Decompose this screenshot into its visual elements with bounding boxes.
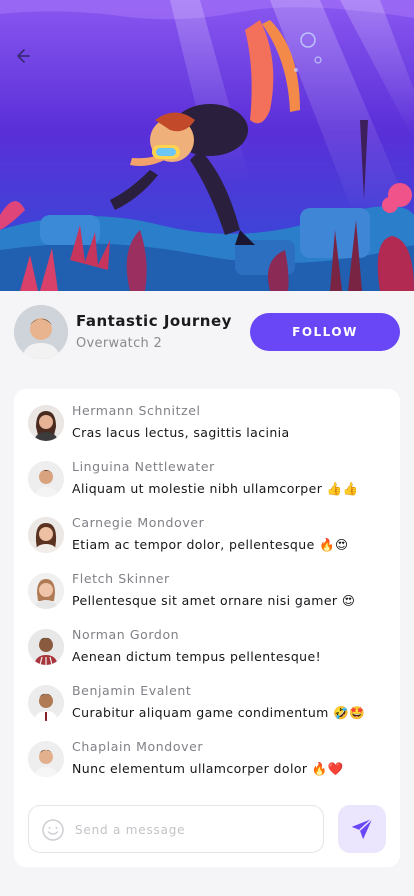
message-author: Linguina Nettlewater <box>72 459 215 474</box>
avatar[interactable] <box>28 405 64 441</box>
message-author: Hermann Schnitzel <box>72 403 201 418</box>
message-text: Etiam ac tempor dolor, pellentesque 🔥😍 <box>72 537 349 552</box>
message-text: Aenean dictum tempus pellentesque! <box>72 649 322 664</box>
chat-message: Benjamin Evalent Curabitur aliquam game … <box>28 683 388 723</box>
chat-message: Chaplain Mondover Nunc elementum ullamco… <box>28 739 388 779</box>
back-button[interactable] <box>12 46 32 66</box>
arrow-left-icon <box>17 49 30 63</box>
profile-name: Fantastic Journey <box>76 312 232 330</box>
chat-message: Norman Gordon Aenean dictum tempus pelle… <box>28 627 388 667</box>
chat-message: Fletch Skinner Pellentesque sit amet orn… <box>28 571 388 611</box>
avatar[interactable] <box>28 741 64 777</box>
profile-subtitle: Overwatch 2 <box>76 336 163 351</box>
message-text: Cras lacus lectus, sagittis lacinia <box>72 425 290 440</box>
follow-button[interactable]: FOLLOW <box>250 313 400 351</box>
message-author: Norman Gordon <box>72 627 180 642</box>
smiley-icon[interactable] <box>41 818 65 842</box>
avatar[interactable] <box>28 461 64 497</box>
message-text: Curabitur aliquam game condimentum 🤣🤩 <box>72 705 366 720</box>
profile-header: Fantastic Journey Overwatch 2 FOLLOW <box>0 291 414 373</box>
chat-panel: Hermann Schnitzel Cras lacus lectus, sag… <box>14 389 400 867</box>
avatar[interactable] <box>28 629 64 665</box>
hero-image <box>0 0 414 291</box>
chat-message: Linguina Nettlewater Aliquam ut molestie… <box>28 459 388 499</box>
avatar[interactable] <box>28 517 64 553</box>
message-author: Carnegie Mondover <box>72 515 205 530</box>
message-text: Aliquam ut molestie nibh ullamcorper 👍👍 <box>72 481 359 496</box>
message-author: Chaplain Mondover <box>72 739 204 754</box>
chat-message: Hermann Schnitzel Cras lacus lectus, sag… <box>28 403 388 443</box>
avatar[interactable] <box>14 305 68 359</box>
avatar[interactable] <box>28 685 64 721</box>
message-input-box[interactable] <box>28 805 324 853</box>
message-text: Nunc elementum ullamcorper dolor 🔥❤️ <box>72 761 344 776</box>
message-author: Benjamin Evalent <box>72 683 192 698</box>
message-text: Pellentesque sit amet ornare nisi gamer … <box>72 593 356 608</box>
avatar[interactable] <box>28 573 64 609</box>
message-author: Fletch Skinner <box>72 571 170 586</box>
message-input[interactable] <box>75 818 315 842</box>
diver-illustration <box>0 0 414 291</box>
send-button[interactable] <box>338 805 386 853</box>
chat-message: Carnegie Mondover Etiam ac tempor dolor,… <box>28 515 388 555</box>
paper-plane-icon <box>351 818 373 840</box>
